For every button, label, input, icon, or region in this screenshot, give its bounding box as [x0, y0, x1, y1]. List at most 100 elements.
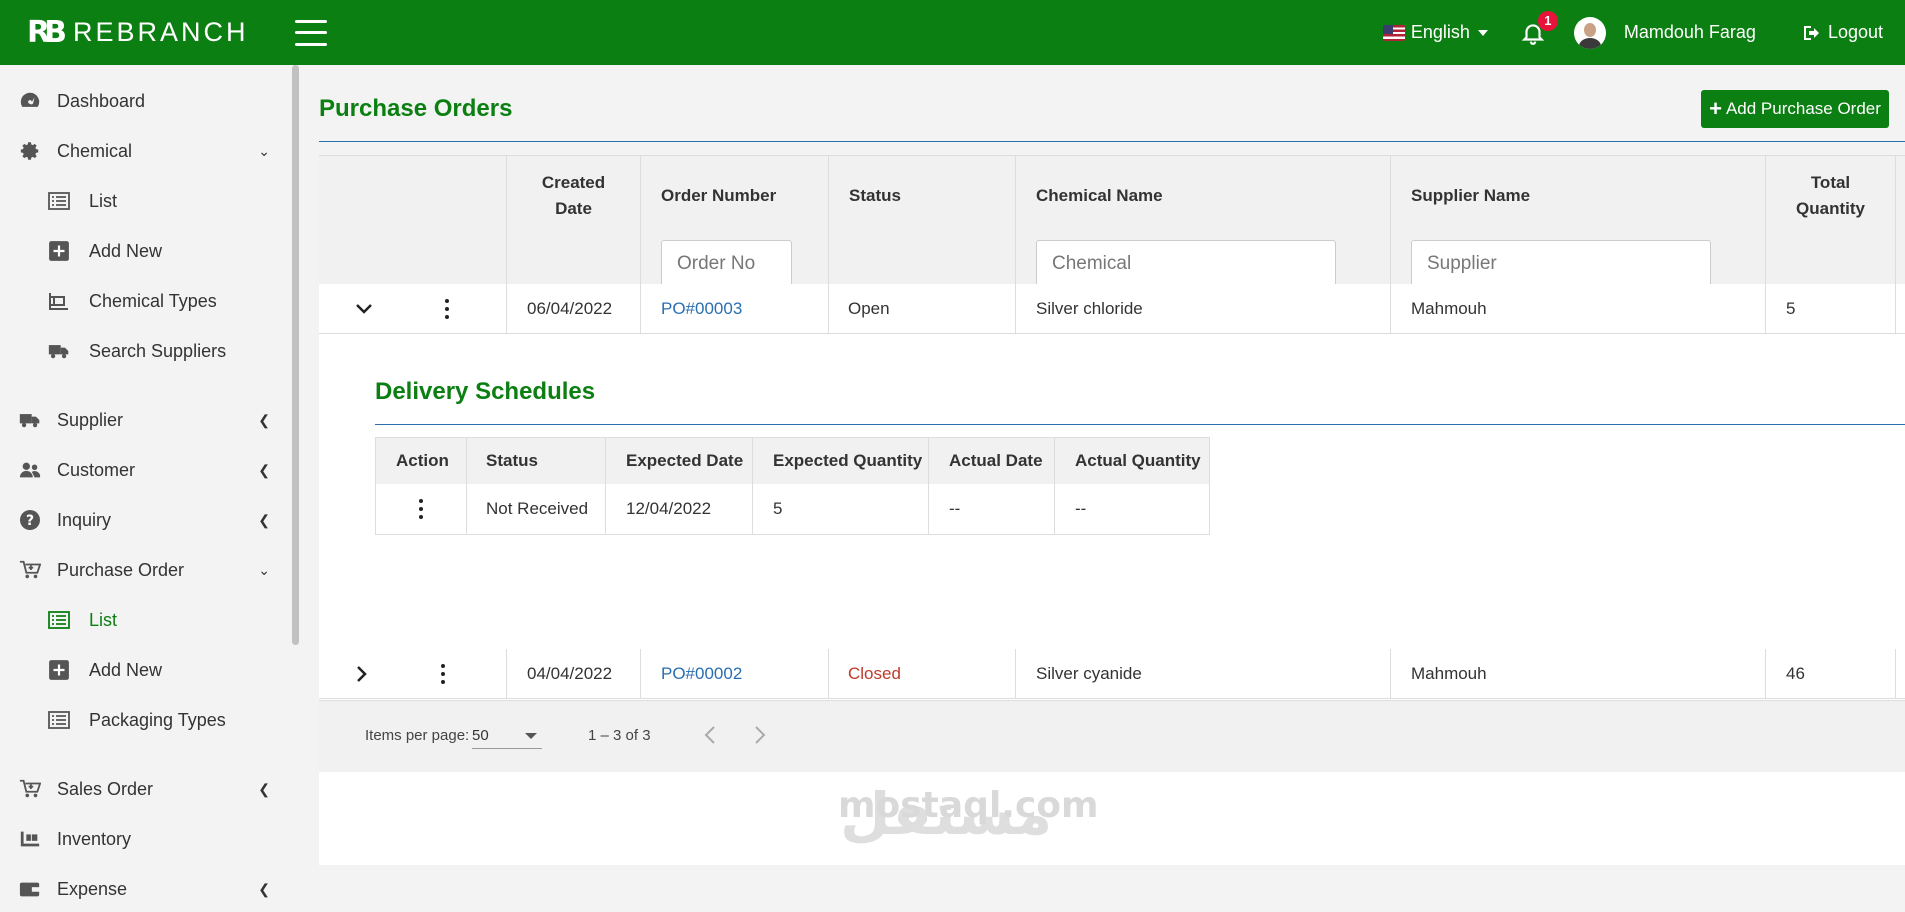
sidebar-item-chemical-add-new[interactable]: Add New [0, 228, 285, 274]
order-number-link[interactable]: PO#00003 [661, 284, 742, 334]
cell-chemical-name: Silver chloride [1036, 299, 1143, 318]
sidebar-item-purchase-order[interactable]: Purchase Order ⌄ [0, 547, 285, 593]
dashboard-icon [17, 90, 43, 112]
sidebar-item-purchase-order-add-new[interactable]: Add New [0, 647, 285, 693]
chemical-filter-input[interactable] [1036, 240, 1336, 288]
chevron-down-icon [356, 304, 372, 314]
list-icon [48, 190, 70, 212]
col-actions [319, 156, 506, 236]
cell-status: Closed [848, 664, 901, 683]
avatar[interactable] [1573, 16, 1606, 49]
row-actions-menu[interactable] [438, 649, 448, 699]
table-row[interactable]: 06/04/2022 PO#00003 Open Silver chloride… [319, 284, 1905, 334]
sidebar-item-label: Add New [89, 240, 163, 261]
cell-supplier-name: Mahmouh [1411, 299, 1487, 318]
pallet-icon [17, 828, 43, 850]
chevron-down-icon: ⌄ [258, 561, 270, 578]
plus-square-icon [48, 659, 70, 681]
row-actions-menu[interactable] [442, 284, 452, 334]
cell-total-quantity: 46 [1786, 664, 1805, 683]
question-icon: ? [17, 509, 43, 531]
gear-icon [17, 140, 43, 162]
sidebar-item-supplier[interactable]: Supplier ❮ [0, 397, 285, 443]
language-selector[interactable]: English [1382, 22, 1488, 43]
chevron-right-icon [755, 726, 766, 744]
expand-row-button[interactable] [355, 649, 369, 699]
col-total-quantity[interactable]: Total Quantity [1765, 156, 1895, 236]
sidebar-item-label: Supplier [57, 409, 124, 430]
brand-logo[interactable]: RB REBRANCH [27, 15, 249, 50]
col-created-date[interactable]: Created Date [506, 156, 640, 236]
order-no-filter-input[interactable] [661, 240, 792, 288]
menu-toggle-icon[interactable] [294, 19, 327, 46]
col-extra [1895, 156, 1905, 236]
sidebar-item-inquiry[interactable]: ? Inquiry ❮ [0, 497, 285, 543]
users-icon [17, 459, 43, 481]
page-size-select[interactable]: 50 [472, 719, 542, 749]
chevron-left-icon: ❮ [258, 511, 270, 528]
next-page-button[interactable] [750, 723, 770, 747]
delivery-row-actions-menu[interactable] [419, 484, 423, 534]
svg-text:?: ? [26, 513, 34, 529]
watermark: mostaql.com [838, 785, 1099, 826]
col-supplier-name[interactable]: Supplier Name [1390, 156, 1765, 236]
brand-name: REBRANCH [72, 17, 249, 47]
col-chemical-name[interactable]: Chemical Name [1015, 156, 1390, 236]
ds-col-expected-quantity: Expected Quantity [773, 451, 923, 470]
sidebar-item-label: Customer [57, 459, 136, 480]
order-number-link[interactable]: PO#00002 [661, 649, 742, 699]
cell-created-date: 06/04/2022 [527, 299, 613, 318]
collapse-row-button[interactable] [354, 284, 374, 334]
truck-icon [17, 409, 43, 431]
sidebar-item-chemical[interactable]: Chemical ⌄ [0, 128, 285, 174]
sidebar-item-sales-order[interactable]: Sales Order ❮ [0, 766, 285, 812]
ds-cell-expected-quantity: 5 [773, 499, 783, 518]
sidebar-item-expense[interactable]: Expense ❮ [0, 866, 285, 912]
sidebar-item-customer[interactable]: Customer ❮ [0, 447, 285, 493]
supplier-filter-input[interactable] [1411, 240, 1711, 288]
sidebar-item-chemical-types[interactable]: Chemical Types [0, 278, 285, 324]
sidebar-item-label: Search Suppliers [89, 340, 227, 361]
title-divider [319, 141, 1905, 142]
delivery-schedules-table: Action Status Expected Date Expected Qua… [375, 437, 1210, 535]
paginator: Items per page: 50 1 – 3 of 3 [319, 700, 1905, 772]
col-status[interactable]: Status [828, 156, 1015, 236]
sidebar-item-label: Sales Order [57, 778, 154, 799]
cell-total-quantity: 5 [1786, 299, 1796, 318]
sidebar-item-dashboard[interactable]: Dashboard [0, 78, 285, 124]
logout-button[interactable]: Logout [1802, 22, 1883, 43]
notifications-button[interactable]: 1 [1520, 10, 1558, 46]
sidebar-item-packaging-types[interactable]: Packaging Types [0, 697, 285, 743]
previous-page-button[interactable] [700, 723, 720, 747]
sidebar-item-label: Add New [89, 659, 163, 680]
page-size-value: 50 [472, 727, 489, 744]
notification-badge: 1 [1537, 10, 1558, 31]
user-name[interactable]: Mamdouh Farag [1624, 22, 1756, 43]
sidebar-item-search-suppliers[interactable]: Search Suppliers [0, 328, 285, 374]
delivery-schedules-title: Delivery Schedules [375, 378, 596, 405]
list-icon [48, 609, 70, 631]
sidebar-item-inventory[interactable]: Inventory [0, 816, 285, 862]
sidebar-item-label: Expense [57, 878, 128, 899]
items-per-page-label: Items per page: [365, 727, 470, 744]
sidebar-item-label: Purchase Order [57, 559, 185, 580]
sidebar-item-purchase-order-list[interactable]: List [0, 597, 285, 643]
sidebar-item-label: Chemical Types [89, 290, 217, 311]
dropdown-arrow-icon [525, 733, 537, 739]
col-total-qty-line1: Total [1810, 173, 1851, 192]
add-button-label: Add Purchase Order [1725, 99, 1881, 118]
purchase-orders-table: Created Date Order Number Status Chemical… [319, 155, 1905, 865]
col-total-qty-line2: Quantity [1796, 199, 1865, 218]
chevron-left-icon: ❮ [258, 880, 270, 897]
sidebar-scrollbar[interactable] [292, 65, 299, 645]
sidebar-item-chemical-list[interactable]: List [0, 178, 285, 224]
chevron-down-icon: ⌄ [258, 142, 270, 159]
ds-cell-expected-date: 12/04/2022 [626, 499, 712, 518]
sidebar-item-label: Inventory [57, 828, 132, 849]
sidebar-item-label: List [89, 609, 118, 630]
col-order-number[interactable]: Order Number [640, 156, 828, 236]
add-purchase-order-button[interactable]: + Add Purchase Order [1701, 90, 1889, 128]
table-row[interactable]: 04/04/2022 PO#00002 Closed Silver cyanid… [319, 649, 1905, 699]
cell-supplier-name: Mahmouh [1411, 664, 1487, 683]
cell-created-date: 04/04/2022 [527, 664, 613, 683]
